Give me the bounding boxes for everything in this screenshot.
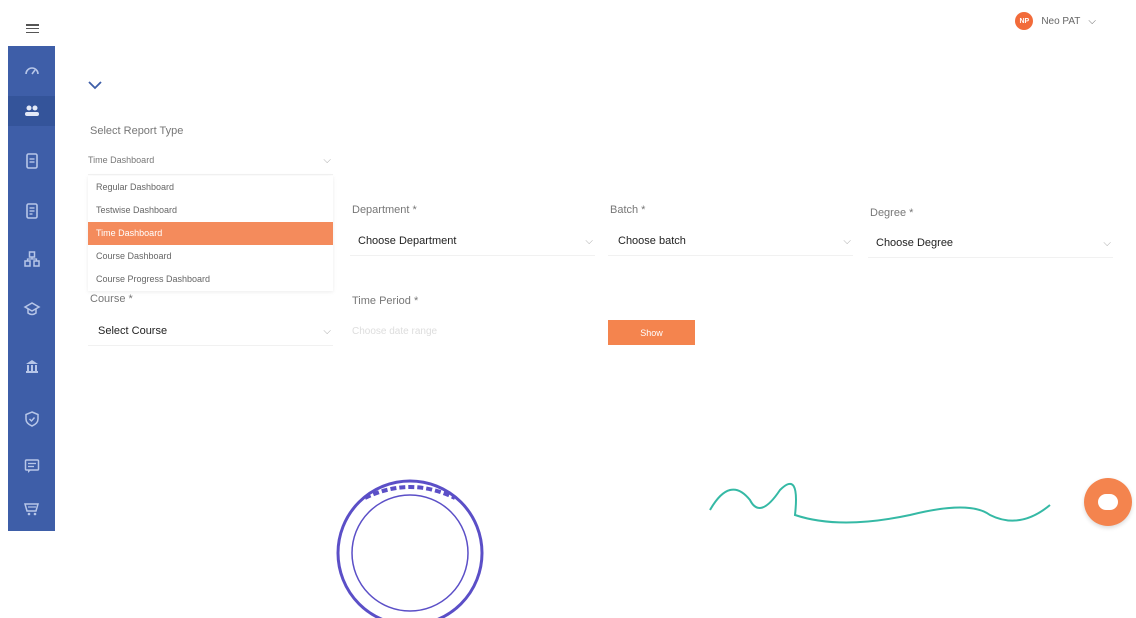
degree-value: Choose Degree <box>876 237 954 249</box>
document-icon <box>25 153 38 169</box>
chevron-down-icon: ⌵ <box>323 325 331 337</box>
signature-graphic <box>709 483 1051 524</box>
report-icon <box>25 203 38 219</box>
shield-icon <box>24 411 39 427</box>
avatar: NP <box>1015 12 1034 30</box>
department-select[interactable]: Choose Department ⌵ <box>350 227 595 256</box>
report-option-testwise[interactable]: Testwise Dashboard <box>88 199 333 222</box>
collapse-chevron-icon[interactable] <box>88 80 102 90</box>
chevron-down-icon: ⌵ <box>843 235 851 247</box>
chat-launcher-button[interactable] <box>1084 478 1132 526</box>
dashboard-icon <box>24 67 39 75</box>
network-icon <box>23 251 40 267</box>
course-label: Course * <box>90 293 133 305</box>
department-value: Choose Department <box>358 235 457 247</box>
sidebar-item-courses[interactable] <box>8 294 55 324</box>
course-select[interactable]: Select Course ⌵ <box>88 317 333 346</box>
users-icon <box>24 105 39 116</box>
batch-value: Choose batch <box>618 235 686 247</box>
sidebar-item-users[interactable] <box>8 96 55 126</box>
report-type-select[interactable]: Time Dashboard ⌵ <box>88 146 333 175</box>
sidebar <box>8 46 55 531</box>
time-period-input[interactable] <box>350 316 594 346</box>
sidebar-item-messages[interactable] <box>8 451 55 481</box>
report-type-value: Time Dashboard <box>88 155 155 165</box>
sidebar-item-store[interactable] <box>8 494 55 524</box>
department-label: Department * <box>352 204 417 216</box>
cap-icon <box>22 302 41 316</box>
sidebar-item-documents[interactable] <box>8 146 55 176</box>
degree-label: Degree * <box>870 207 914 219</box>
menu-toggle-icon[interactable] <box>26 24 39 33</box>
report-type-label: Select Report Type <box>90 125 184 137</box>
report-option-course-progress[interactable]: Course Progress Dashboard <box>88 268 333 291</box>
report-option-course[interactable]: Course Dashboard <box>88 245 333 268</box>
report-type-dropdown: Regular Dashboard Testwise Dashboard Tim… <box>88 176 333 291</box>
chat-bubble-icon <box>1098 494 1118 510</box>
sidebar-item-reports[interactable] <box>8 196 55 226</box>
chevron-down-icon: ⌵ <box>1103 237 1111 249</box>
stamp-graphic <box>336 479 484 618</box>
sidebar-item-security[interactable] <box>8 404 55 434</box>
user-menu[interactable]: NP Neo PAT ⌵ <box>1015 12 1096 30</box>
building-icon <box>25 360 38 373</box>
chevron-down-icon: ⌵ <box>1088 15 1096 27</box>
report-option-regular[interactable]: Regular Dashboard <box>88 176 333 199</box>
sidebar-item-network[interactable] <box>8 244 55 274</box>
user-name: Neo PAT <box>1041 15 1081 27</box>
show-button[interactable]: Show <box>608 320 695 345</box>
chevron-down-icon: ⌵ <box>585 235 593 247</box>
chat-list-icon <box>24 459 39 473</box>
sidebar-item-dashboard[interactable] <box>8 56 55 86</box>
chevron-down-icon: ⌵ <box>323 154 331 166</box>
batch-select[interactable]: Choose batch ⌵ <box>608 227 853 256</box>
course-value: Select Course <box>98 325 168 337</box>
degree-select[interactable]: Choose Degree ⌵ <box>868 229 1113 258</box>
cart-icon <box>23 503 39 516</box>
batch-label: Batch * <box>610 204 646 216</box>
time-period-label: Time Period * <box>352 295 419 307</box>
report-option-time[interactable]: Time Dashboard <box>88 222 333 245</box>
sidebar-item-institution[interactable] <box>8 351 55 381</box>
